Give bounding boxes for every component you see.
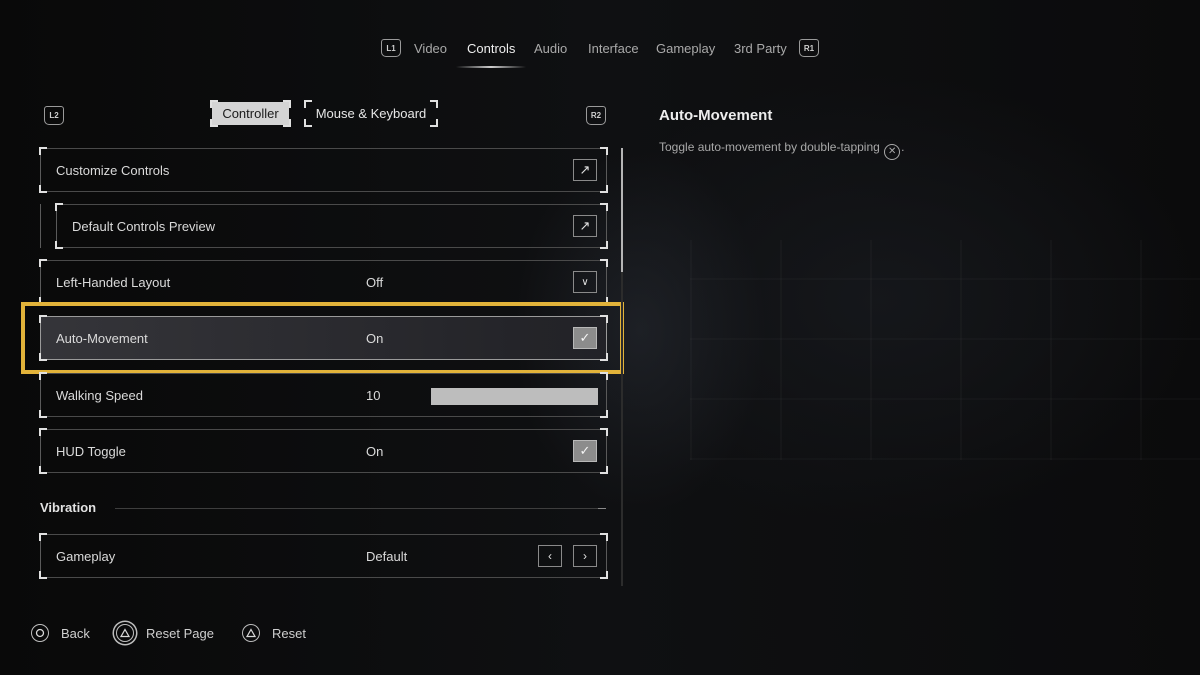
setting-value: 10 bbox=[366, 388, 381, 403]
slider-fill bbox=[431, 388, 598, 405]
setting-default-controls-preview[interactable]: Default Controls Preview ↗ bbox=[55, 203, 608, 249]
scrollbar-thumb[interactable] bbox=[621, 148, 623, 272]
circle-glyph bbox=[35, 628, 45, 638]
frame-corner bbox=[210, 119, 218, 127]
setting-left-handed-layout[interactable]: Left-Handed Layout Off ∨ bbox=[39, 259, 608, 305]
subtab-mouse-keyboard[interactable]: Mouse & Keyboard bbox=[304, 100, 438, 127]
section-divider bbox=[115, 508, 600, 509]
frame-corner bbox=[600, 241, 608, 249]
frame-corner bbox=[39, 259, 47, 267]
triangle-button-icon bbox=[116, 624, 134, 642]
child-indent-line bbox=[40, 204, 41, 248]
frame-corner bbox=[600, 466, 608, 474]
setting-label: Walking Speed bbox=[56, 388, 143, 403]
info-description-end: . bbox=[901, 140, 905, 154]
frame-corner bbox=[600, 571, 608, 579]
info-description-text: Toggle auto-movement by double-tapping bbox=[659, 140, 880, 154]
reset-label: Reset bbox=[272, 625, 306, 641]
collapse-icon[interactable] bbox=[598, 508, 606, 509]
frame-corner bbox=[430, 119, 438, 127]
triangle-glyph bbox=[246, 628, 256, 638]
frame-corner bbox=[210, 100, 218, 108]
setting-customize-controls[interactable]: Customize Controls ↗ bbox=[39, 147, 608, 193]
frame-corner bbox=[600, 147, 608, 155]
chevron-right-icon[interactable]: › bbox=[573, 545, 597, 567]
frame-corner bbox=[55, 203, 63, 211]
frame-corner bbox=[600, 533, 608, 541]
active-tab-indicator bbox=[456, 66, 526, 68]
frame-corner bbox=[600, 372, 608, 380]
frame-corner bbox=[283, 119, 291, 127]
l2-trigger-badge[interactable]: L2 bbox=[44, 106, 64, 125]
tab-controls[interactable]: Controls bbox=[467, 41, 515, 56]
frame-corner bbox=[304, 119, 312, 127]
frame-corner bbox=[55, 241, 63, 249]
section-heading-vibration: Vibration bbox=[40, 500, 97, 515]
r1-bumper-badge[interactable]: R1 bbox=[799, 39, 819, 57]
frame-corner bbox=[304, 100, 312, 108]
chevron-left-icon[interactable]: ‹ bbox=[538, 545, 562, 567]
checkmark-icon: ✓ bbox=[579, 443, 591, 458]
setting-walking-speed[interactable]: Walking Speed 10 bbox=[39, 372, 608, 418]
frame-corner bbox=[600, 428, 608, 436]
tab-3rd-party[interactable]: 3rd Party bbox=[734, 41, 787, 56]
reset-page-button[interactable]: Reset Page bbox=[116, 624, 214, 642]
frame-corner bbox=[39, 185, 47, 193]
setting-hud-toggle[interactable]: HUD Toggle On ✓ bbox=[39, 428, 608, 474]
tab-video[interactable]: Video bbox=[414, 41, 447, 56]
setting-label: Left-Handed Layout bbox=[56, 275, 171, 290]
subtab-mouse-keyboard-label: Mouse & Keyboard bbox=[315, 106, 427, 121]
subtab-controller-label: Controller bbox=[222, 106, 279, 121]
frame-corner bbox=[430, 100, 438, 108]
setting-value: Default bbox=[366, 549, 408, 564]
external-link-icon[interactable]: ↗ bbox=[573, 159, 597, 181]
frame-corner bbox=[39, 372, 47, 380]
tab-audio[interactable]: Audio bbox=[534, 41, 567, 56]
frame-corner bbox=[600, 203, 608, 211]
info-title: Auto-Movement bbox=[659, 107, 773, 124]
setting-value: Off bbox=[366, 275, 384, 290]
circle-button-icon bbox=[31, 624, 49, 642]
cross-button-icon: ✕ bbox=[884, 143, 901, 160]
l1-bumper-badge[interactable]: L1 bbox=[381, 39, 401, 57]
hud-toggle-checkbox[interactable]: ✓ bbox=[573, 440, 597, 462]
reset-button[interactable]: Reset bbox=[242, 624, 306, 642]
setting-label: Default Controls Preview bbox=[72, 219, 216, 234]
r2-trigger-badge[interactable]: R2 bbox=[586, 106, 606, 125]
tab-gameplay[interactable]: Gameplay bbox=[656, 41, 715, 56]
subtab-controller[interactable]: Controller bbox=[210, 100, 291, 127]
frame-corner bbox=[600, 410, 608, 418]
background-scenery bbox=[690, 240, 1200, 460]
frame-corner bbox=[600, 185, 608, 193]
frame-corner bbox=[39, 466, 47, 474]
selection-highlight bbox=[21, 302, 624, 374]
frame-corner bbox=[39, 533, 47, 541]
triangle-glyph bbox=[120, 628, 130, 638]
setting-label: Gameplay bbox=[56, 549, 116, 564]
reset-page-label: Reset Page bbox=[146, 625, 214, 641]
frame-corner bbox=[39, 571, 47, 579]
setting-label: HUD Toggle bbox=[56, 444, 126, 459]
frame-corner bbox=[39, 147, 47, 155]
tab-interface[interactable]: Interface bbox=[588, 41, 639, 56]
setting-value: On bbox=[366, 444, 384, 459]
setting-label: Customize Controls bbox=[56, 163, 170, 178]
frame-corner bbox=[283, 100, 291, 108]
info-description: Toggle auto-movement by double-tapping ✕… bbox=[659, 140, 905, 160]
back-button[interactable]: Back bbox=[31, 624, 90, 642]
external-link-icon[interactable]: ↗ bbox=[573, 215, 597, 237]
triangle-button-icon bbox=[242, 624, 260, 642]
back-label: Back bbox=[61, 625, 90, 641]
walking-speed-slider[interactable] bbox=[431, 388, 598, 405]
setting-vibration-gameplay[interactable]: Gameplay Default ‹ › bbox=[39, 533, 608, 579]
chevron-down-icon[interactable]: ∨ bbox=[573, 271, 597, 293]
frame-corner bbox=[600, 259, 608, 267]
frame-corner bbox=[39, 428, 47, 436]
frame-corner bbox=[39, 410, 47, 418]
